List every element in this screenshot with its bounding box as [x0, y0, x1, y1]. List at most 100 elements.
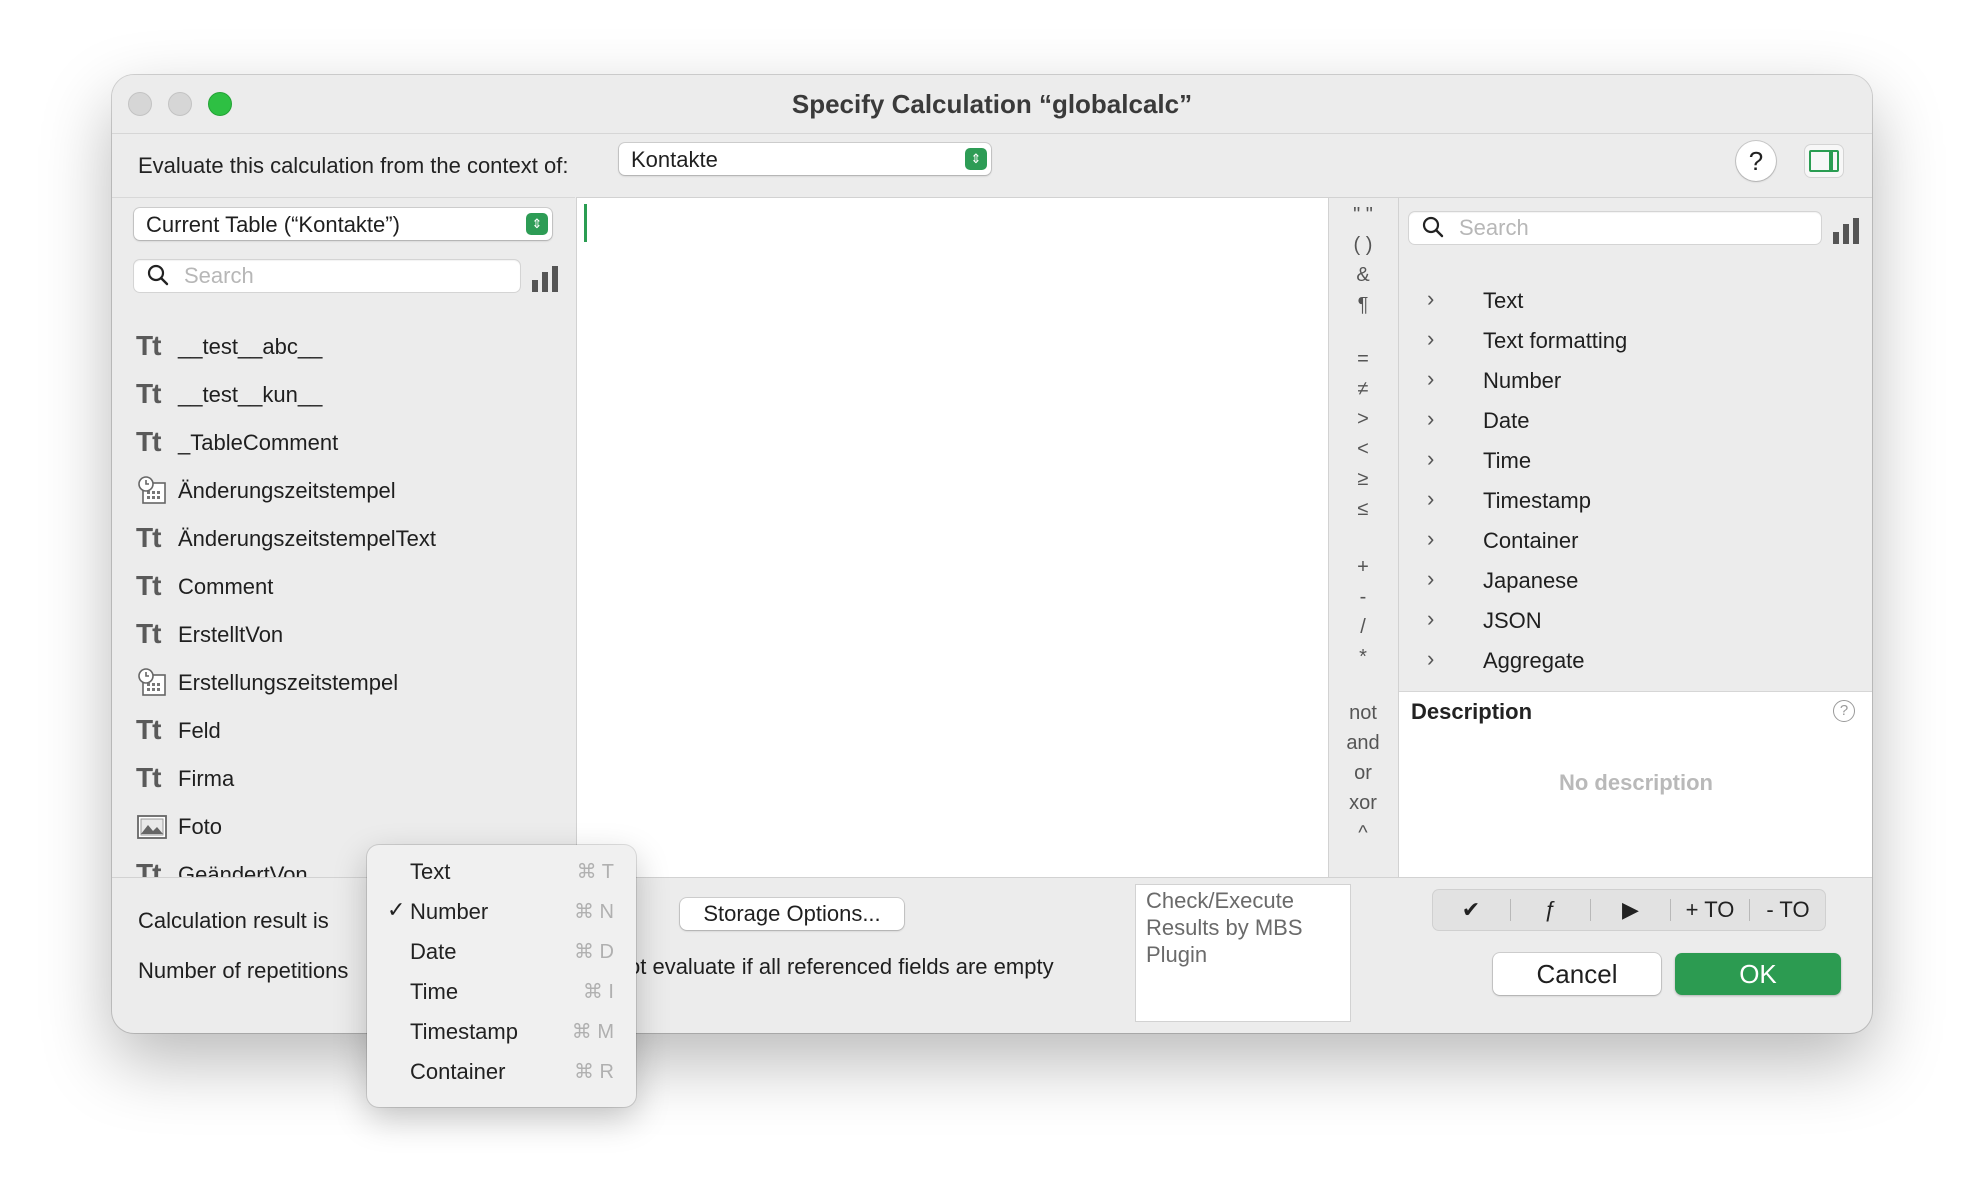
- operator-plus[interactable]: +: [1328, 556, 1398, 579]
- remove-to-button[interactable]: - TO: [1750, 889, 1826, 931]
- chevron-right-icon: ›: [1427, 646, 1435, 671]
- field-name: GeändertVon: [178, 862, 308, 878]
- category-item[interactable]: › Text formatting: [1399, 320, 1872, 360]
- title-bar: Specify Calculation “globalcalc”: [112, 75, 1872, 134]
- operator-and[interactable]: and: [1328, 732, 1398, 755]
- menu-item-label: Timestamp: [410, 1019, 518, 1044]
- text-field-icon: Tt: [136, 858, 161, 878]
- field-item[interactable]: Tt Firma: [136, 754, 566, 802]
- operator-quotes[interactable]: " ": [1328, 204, 1398, 227]
- operator-parentheses[interactable]: ( ): [1328, 234, 1398, 257]
- chevron-right-icon: ›: [1427, 446, 1435, 471]
- chevron-right-icon: ›: [1427, 566, 1435, 591]
- category-label: Time: [1483, 448, 1532, 473]
- add-to-button[interactable]: + TO: [1671, 889, 1749, 931]
- operator-not-equal[interactable]: ≠: [1328, 378, 1398, 401]
- field-item[interactable]: Tt __test__kun__: [136, 370, 566, 418]
- category-item[interactable]: › Date: [1399, 400, 1872, 440]
- operator-xor[interactable]: xor: [1328, 792, 1398, 815]
- field-item[interactable]: Erstellungszeitstempel: [136, 658, 566, 706]
- category-item[interactable]: › Aggregate: [1399, 640, 1872, 680]
- category-item[interactable]: › JSON: [1399, 600, 1872, 640]
- table-popup-value: Current Table (“Kontakte”): [146, 212, 400, 237]
- cancel-button[interactable]: Cancel: [1493, 953, 1661, 995]
- operator-pilcrow[interactable]: ¶: [1328, 294, 1398, 317]
- menu-item-text[interactable]: Text ⌘ T: [367, 851, 636, 891]
- operator-less-equal[interactable]: ≤: [1328, 498, 1398, 521]
- menu-item-time[interactable]: Time ⌘ I: [367, 971, 636, 1011]
- functions-search-input[interactable]: Search: [1409, 212, 1821, 244]
- storage-options-button[interactable]: Storage Options...: [680, 898, 904, 930]
- field-item[interactable]: Foto: [136, 802, 566, 850]
- do-not-evaluate-label[interactable]: ot evaluate if all referenced fields are…: [628, 954, 1054, 980]
- field-name: Comment: [178, 574, 274, 599]
- category-item[interactable]: › Timestamp: [1399, 480, 1872, 520]
- category-item[interactable]: › Japanese: [1399, 560, 1872, 600]
- text-caret: [584, 204, 587, 242]
- dialog-title: Specify Calculation “globalcalc”: [791, 89, 1193, 119]
- operator-not[interactable]: not: [1328, 702, 1398, 725]
- sort-options-icon[interactable]: [532, 264, 560, 292]
- operator-greater-equal[interactable]: ≥: [1328, 468, 1398, 491]
- search-icon: [1422, 216, 1444, 238]
- question-icon[interactable]: ?: [1833, 700, 1855, 722]
- sidebar-icon: [1809, 150, 1839, 172]
- mbs-results-box[interactable]: Check/Execute Results by MBS Plugin: [1135, 884, 1351, 1022]
- fields-search-input[interactable]: Search: [134, 260, 520, 292]
- operator-or[interactable]: or: [1328, 762, 1398, 785]
- operator-multiply[interactable]: *: [1328, 646, 1398, 669]
- menu-item-timestamp[interactable]: Timestamp ⌘ M: [367, 1011, 636, 1051]
- fields-pane: Current Table (“Kontakte”) ⇕ Search Tt __…: [112, 197, 575, 878]
- field-name: Erstellungszeitstempel: [178, 670, 399, 695]
- field-list: Tt __test__abc__ Tt __test__kun__ Tt _Table…: [136, 322, 566, 878]
- category-item[interactable]: › Number: [1399, 360, 1872, 400]
- text-field-icon: Tt: [136, 570, 161, 601]
- menu-item-container[interactable]: Container ⌘ R: [367, 1051, 636, 1091]
- check-button[interactable]: ✔: [1432, 889, 1510, 931]
- field-item[interactable]: Tt Comment: [136, 562, 566, 610]
- operator-greater[interactable]: >: [1328, 408, 1398, 431]
- search-placeholder: Search: [1459, 215, 1529, 240]
- calculation-editor[interactable]: [576, 197, 1329, 878]
- table-popup[interactable]: Current Table (“Kontakte”) ⇕: [134, 208, 552, 240]
- toggle-sidebar-button[interactable]: [1805, 145, 1843, 177]
- category-item[interactable]: › Container: [1399, 520, 1872, 560]
- operator-divide[interactable]: /: [1328, 616, 1398, 639]
- chevron-right-icon: ›: [1427, 286, 1435, 311]
- function-view-options-icon[interactable]: [1833, 216, 1861, 244]
- category-label: Text: [1483, 288, 1524, 313]
- category-label: Container: [1483, 528, 1579, 553]
- operators-panel: " " ( ) & ¶ = ≠ > < ≥ ≤ + - / * not and …: [1328, 197, 1398, 878]
- operator-minus[interactable]: -: [1328, 586, 1398, 609]
- operator-less[interactable]: <: [1328, 438, 1398, 461]
- field-item[interactable]: Tt _TableComment: [136, 418, 566, 466]
- category-label: Date: [1483, 408, 1530, 433]
- menu-item-label: Date: [410, 939, 457, 964]
- operator-concatenate[interactable]: &: [1328, 264, 1398, 287]
- category-label: Japanese: [1483, 568, 1579, 593]
- chevron-right-icon: ›: [1427, 406, 1435, 431]
- field-name: _TableComment: [178, 430, 339, 455]
- field-item[interactable]: Tt ErstelltVon: [136, 610, 566, 658]
- operator-power[interactable]: ^: [1328, 822, 1398, 845]
- menu-item-number[interactable]: ✓ Number ⌘ N: [367, 891, 636, 931]
- operator-equal[interactable]: =: [1328, 348, 1398, 371]
- field-name: Foto: [178, 814, 223, 839]
- category-item[interactable]: › Time: [1399, 440, 1872, 480]
- execute-button[interactable]: ▶: [1591, 889, 1670, 931]
- help-button[interactable]: ?: [1736, 141, 1776, 181]
- field-item[interactable]: Tt __test__abc__: [136, 322, 566, 370]
- ok-button[interactable]: OK: [1675, 953, 1841, 995]
- text-field-icon: Tt: [136, 522, 161, 553]
- result-type-label: Calculation result is: [138, 908, 329, 933]
- field-item[interactable]: Tt Feld: [136, 706, 566, 754]
- field-item[interactable]: Änderungszeitstempel: [136, 466, 566, 514]
- function-button[interactable]: ƒ: [1511, 889, 1590, 931]
- context-table-popup[interactable]: Kontakte ⇕: [619, 143, 991, 175]
- category-item[interactable]: › Text: [1399, 280, 1872, 320]
- field-item[interactable]: Tt ÄnderungszeitstempelText: [136, 514, 566, 562]
- category-label: Number: [1483, 368, 1562, 393]
- menu-shortcut: ⌘ I: [582, 981, 614, 1003]
- menu-item-date[interactable]: Date ⌘ D: [367, 931, 636, 971]
- mbs-tool-buttons: ✔ ƒ ▶ + TO - TO: [1432, 889, 1826, 931]
